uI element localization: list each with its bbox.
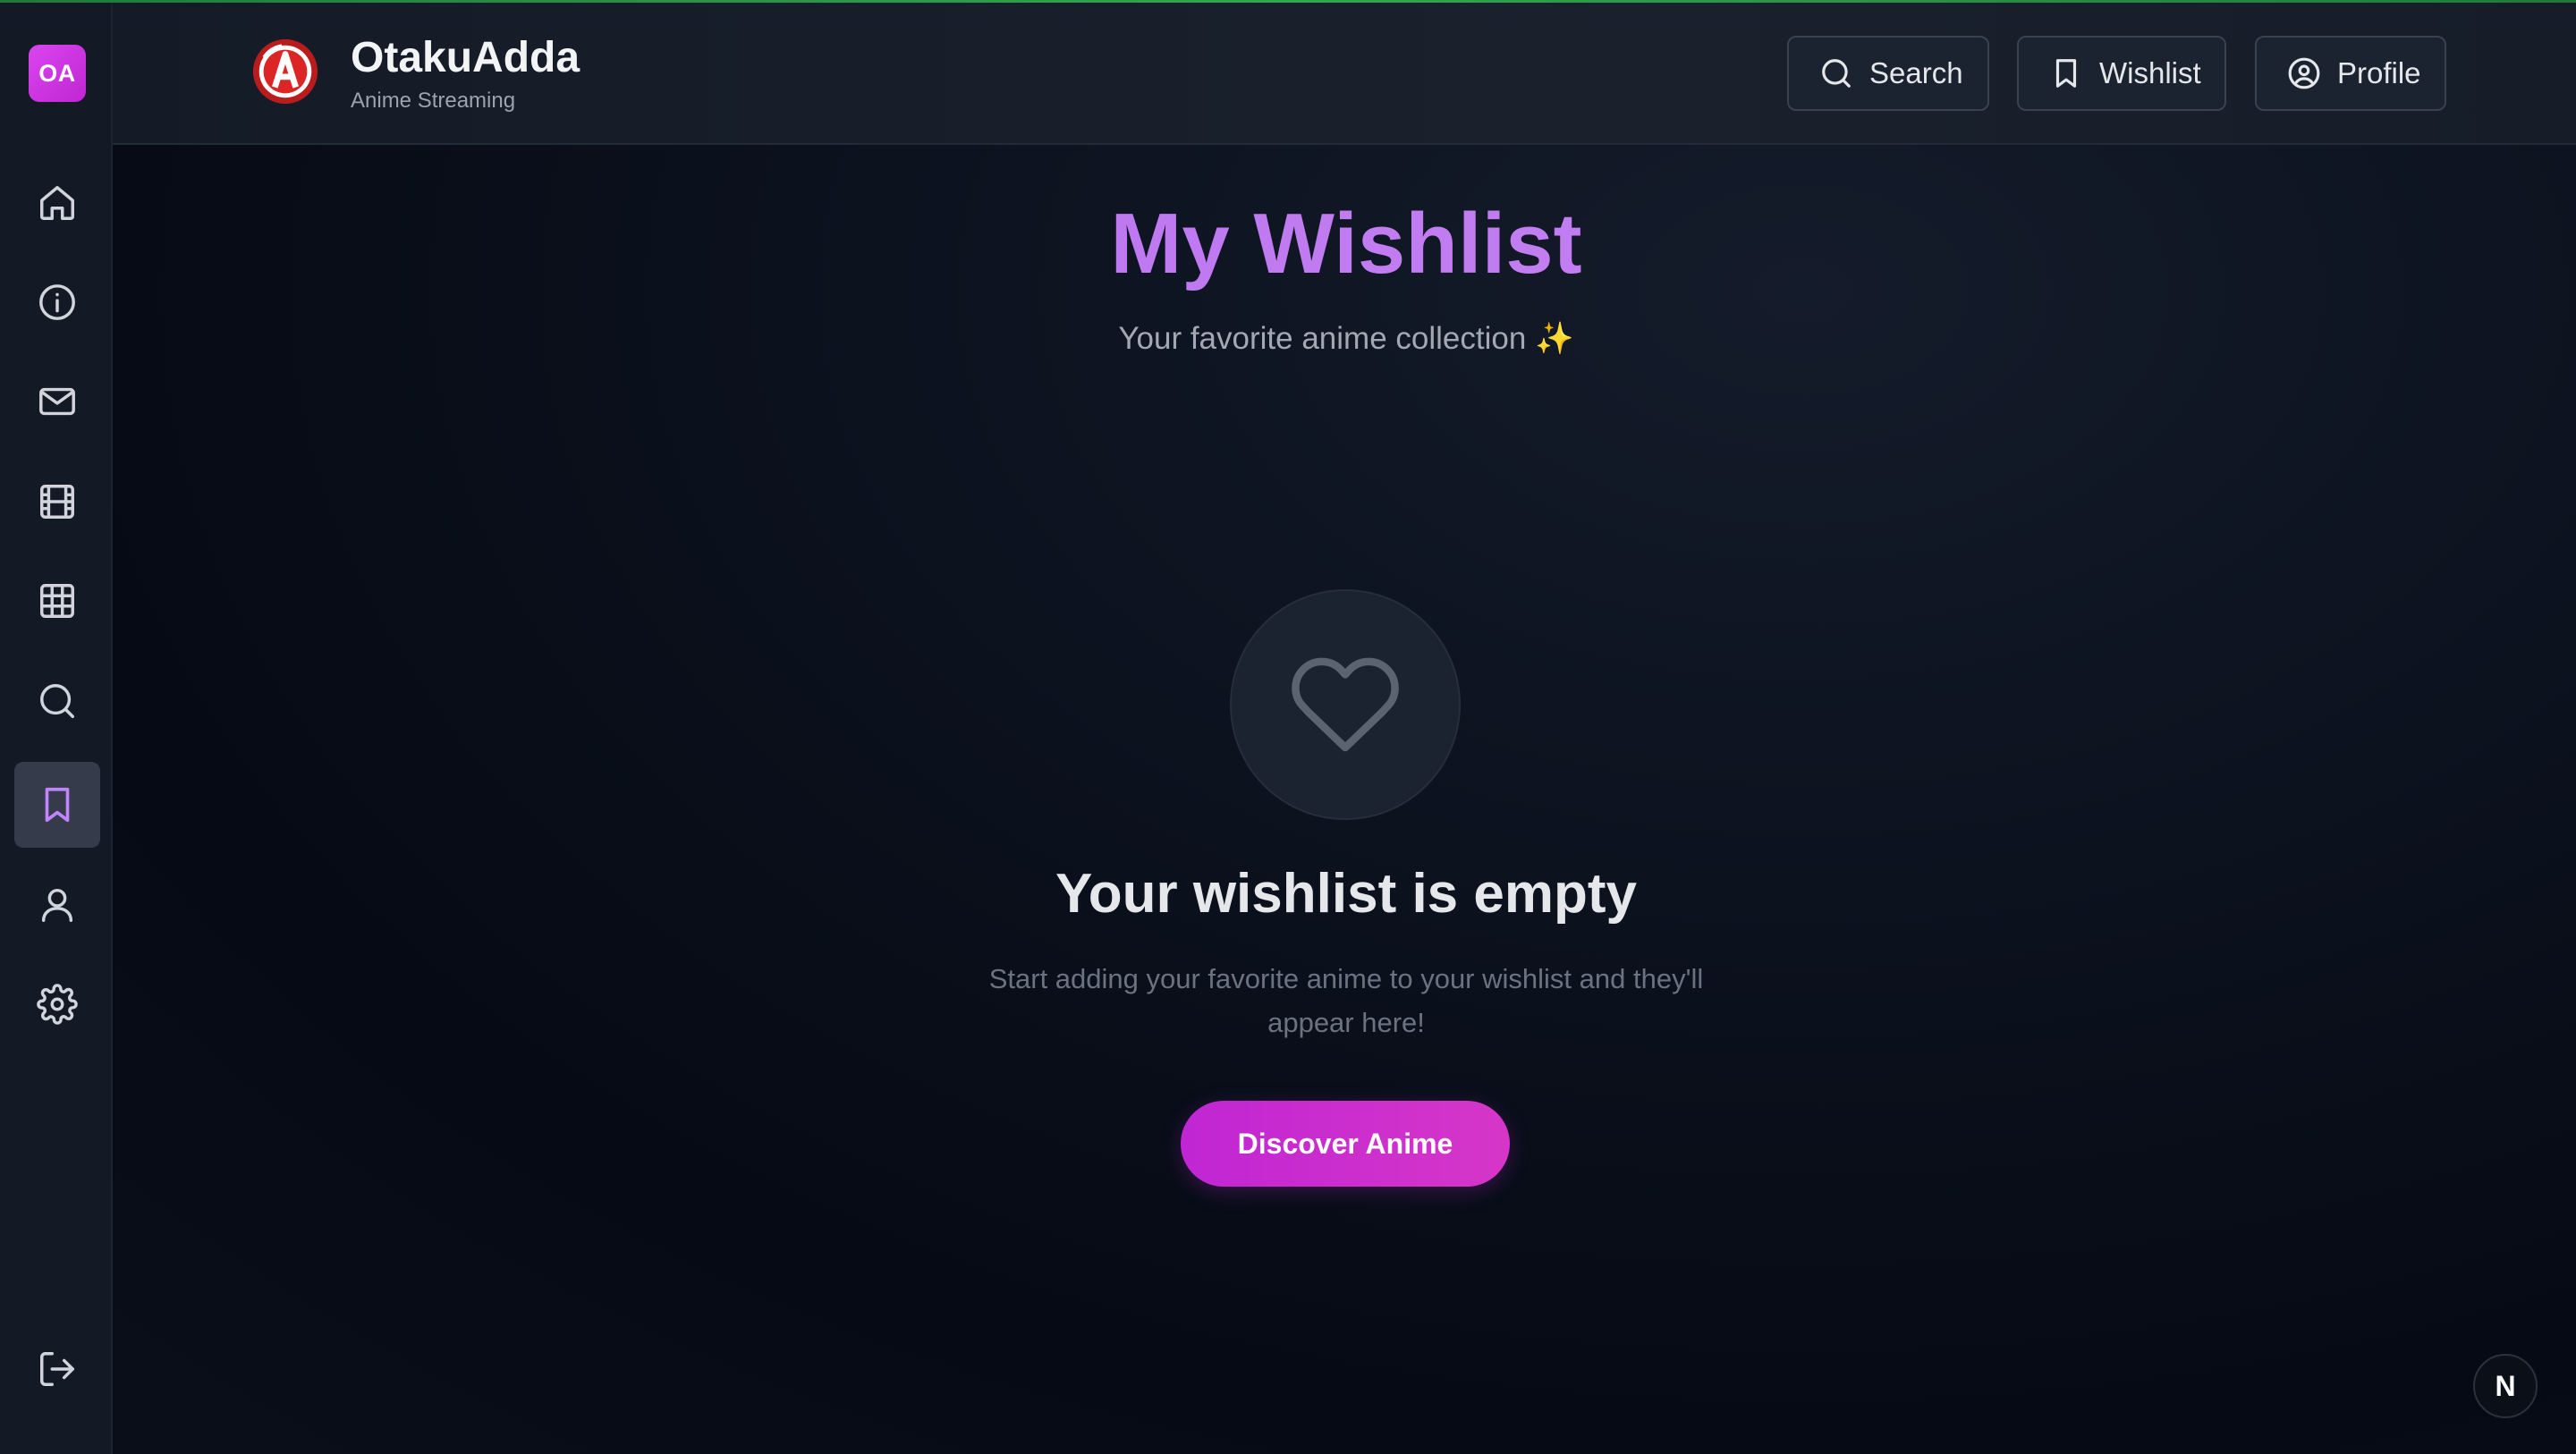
user-circle-icon — [2288, 57, 2320, 89]
sidebar-item-contact[interactable] — [14, 359, 100, 444]
bookmark-icon — [45, 787, 70, 823]
sidebar-item-settings[interactable] — [14, 961, 100, 1047]
search-icon — [40, 684, 74, 718]
search-icon — [1822, 59, 1851, 88]
bookmark-icon — [2055, 59, 2077, 88]
grid-icon — [40, 584, 74, 618]
header-profile-label: Profile — [2337, 56, 2421, 89]
gear-icon — [37, 984, 78, 1025]
film-icon — [40, 485, 74, 519]
header-wishlist-button[interactable]: Wishlist — [2017, 36, 2226, 111]
sidebar-item-movies[interactable] — [14, 459, 100, 545]
brand-subtitle: Anime Streaming — [351, 89, 516, 113]
header-search-button[interactable]: Search — [1787, 36, 1989, 111]
header-search-label: Search — [1869, 56, 1963, 89]
logout-icon — [40, 1352, 74, 1386]
sidebar-logo[interactable]: OA — [29, 45, 86, 102]
discover-anime-button[interactable]: Discover Anime — [1181, 1101, 1510, 1187]
sidebar-item-browse[interactable] — [14, 558, 100, 644]
brand-logo-icon[interactable] — [250, 37, 320, 106]
header-profile-button[interactable]: Profile — [2255, 36, 2446, 111]
heart-icon — [1292, 657, 1399, 752]
mail-icon — [39, 387, 75, 416]
sidebar-item-search[interactable] — [14, 658, 100, 744]
sidebar-item-wishlist[interactable] — [14, 762, 100, 848]
top-header: OtakuAdda Anime Streaming Search Wishlis… — [113, 3, 2576, 145]
page-subtitle: Your favorite anime collection ✨ — [1118, 321, 1574, 356]
dev-tools-badge[interactable]: N — [2473, 1354, 2538, 1418]
empty-state-title: Your wishlist is empty — [1055, 863, 1637, 925]
empty-state-description: Start adding your favorite anime to your… — [988, 963, 1704, 1038]
header-wishlist-label: Wishlist — [2099, 56, 2201, 89]
app-page: OA OtakuAdda Anime Streaming Search Wish… — [0, 0, 2576, 1454]
page-title: My Wishlist — [0, 195, 2576, 293]
empty-state-illustration — [1230, 589, 1461, 820]
brand-name[interactable]: OtakuAdda — [351, 33, 580, 82]
sidebar-item-logout[interactable] — [14, 1326, 100, 1412]
